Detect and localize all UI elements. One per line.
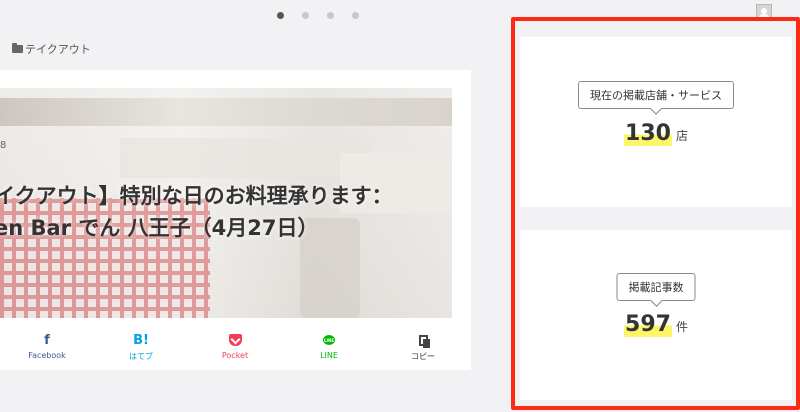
category-breadcrumb[interactable]: テイクアウト (12, 41, 91, 57)
share-line-button[interactable]: LINE LINE (282, 332, 376, 362)
folder-icon (12, 43, 23, 53)
thumbnail-counter (120, 138, 370, 178)
highlight-frame (511, 17, 800, 410)
article-title[interactable]: イクアウト】特別な日のお料理承ります： en Bar でん 八王子（4月27日） (0, 180, 452, 244)
carousel-dot-3[interactable] (327, 12, 334, 19)
share-facebook-label: Facebook (28, 351, 66, 360)
pocket-icon (228, 332, 242, 348)
share-hatena-label: はてブ (129, 352, 153, 361)
article-title-line-2[interactable]: en Bar でん 八王子（4月27日） (0, 212, 452, 244)
copy-icon (418, 332, 430, 348)
share-copy-button[interactable]: コピー (376, 332, 470, 362)
share-copy-label: コピー (411, 352, 435, 361)
share-hatena-button[interactable]: B! はてブ (94, 332, 188, 362)
carousel-dots (277, 12, 359, 19)
article-card[interactable]: 8 イクアウト】特別な日のお料理承ります： en Bar でん 八王子（4月27… (0, 70, 471, 370)
share-pocket-button[interactable]: Pocket (188, 332, 282, 362)
line-icon: LINE (323, 332, 335, 348)
thumbnail-shelf (0, 98, 452, 126)
category-label: テイクアウト (25, 43, 91, 56)
carousel-dot-1[interactable] (277, 12, 284, 19)
article-thumbnail[interactable]: 8 イクアウト】特別な日のお料理承ります： en Bar でん 八王子（4月27… (0, 88, 452, 318)
carousel-dot-2[interactable] (302, 12, 309, 19)
share-facebook-button[interactable]: f Facebook (0, 332, 94, 362)
hatena-bookmark-icon: B! (133, 332, 149, 348)
facebook-icon: f (44, 332, 50, 348)
carousel-dot-4[interactable] (352, 12, 359, 19)
article-title-line-1[interactable]: イクアウト】特別な日のお料理承ります： (0, 180, 452, 212)
share-pocket-label: Pocket (221, 351, 249, 360)
article-date: 8 (0, 140, 7, 151)
share-line-label: LINE (320, 351, 338, 360)
share-bar: f Facebook B! はてブ Pocket LINE LINE コピー (0, 332, 471, 362)
